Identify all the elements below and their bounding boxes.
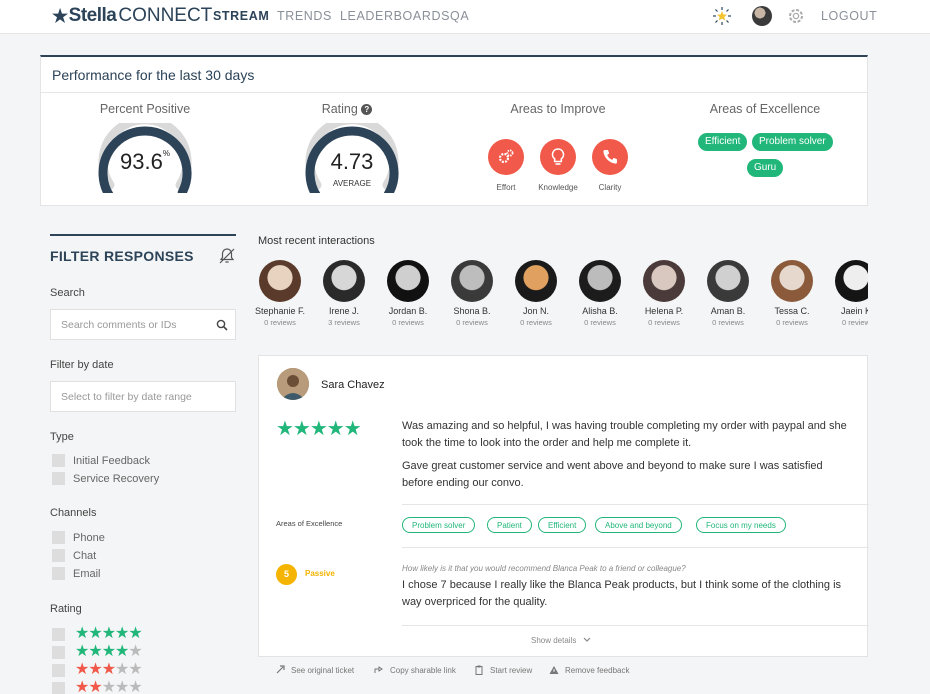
aoe-efficient[interactable]: Efficient (538, 517, 587, 533)
agent-avatar[interactable] (451, 260, 493, 302)
action-label: Remove feedback (565, 665, 630, 675)
agent-card[interactable]: Alisha B. 0 reviews (572, 260, 628, 327)
agent-name: Shona B. (453, 306, 491, 316)
action-label: Start review (490, 665, 533, 675)
divider (402, 504, 869, 505)
remove-feedback-action[interactable]: Remove feedback (549, 665, 629, 675)
agent-name: Tessa C. (774, 306, 810, 316)
agent-review-count: 0 reviews (712, 318, 744, 327)
aoe-above-beyond[interactable]: Above and beyond (595, 517, 682, 533)
agent-review-count: 0 reviews (520, 318, 552, 327)
agent-review-count: 0 reviews (392, 318, 424, 327)
agent-avatar[interactable] (387, 260, 429, 302)
nps-category: Passive (305, 569, 335, 578)
review-text-1: Was amazing and so helpful, I was having… (402, 420, 847, 449)
share-icon (374, 666, 383, 673)
agent-card[interactable]: Helena P. 0 reviews (636, 260, 692, 327)
agent-review-count: 0 reviews (648, 318, 680, 327)
agent-review-count: 3 reviews (328, 318, 360, 327)
show-details-label: Show details (531, 636, 577, 645)
agent-avatar[interactable] (643, 260, 685, 302)
agent-review-count: 0 reviews (456, 318, 488, 327)
agent-review-count: 0 reviews (584, 318, 616, 327)
agent-card[interactable]: Aman B. 0 reviews (700, 260, 756, 327)
warning-icon (549, 666, 559, 674)
agent-review-count: 0 review (842, 318, 868, 327)
agent-card[interactable]: Shona B. 0 reviews (444, 260, 500, 327)
review-text-2: Gave great customer service and went abo… (402, 460, 823, 489)
agent-card[interactable]: Jaein K 0 review (828, 260, 868, 327)
agent-avatar[interactable] (835, 260, 868, 302)
agent-avatar[interactable] (259, 260, 301, 302)
review-card: Sara Chavez ★★★★★ Was amazing and so hel… (258, 355, 869, 657)
aoe-problem-solver[interactable]: Problem solver (402, 517, 476, 533)
aoe-focus-needs[interactable]: Focus on my needs (696, 517, 786, 533)
agent-name: Jon N. (522, 306, 549, 316)
chevron-down-icon (583, 637, 591, 642)
agent-name: Helena P. (644, 306, 684, 316)
action-label: Copy sharable link (390, 665, 456, 675)
copy-link-action[interactable]: Copy sharable link (374, 665, 456, 675)
customer-name: Sara Chavez (321, 379, 385, 391)
see-ticket-action[interactable]: See original ticket (275, 665, 354, 675)
agent-card[interactable]: Jon N. 0 reviews (508, 260, 564, 327)
agent-card[interactable]: Irene J. 3 reviews (316, 260, 372, 327)
show-details-button[interactable]: Show details (531, 636, 591, 645)
agent-review-count: 0 reviews (264, 318, 296, 327)
ticket-icon (276, 665, 285, 674)
nps-question: How likely is it that you would recommen… (402, 564, 686, 573)
nps-answer: I chose 7 because I really like the Blan… (402, 579, 842, 608)
agent-name: Jaein K (840, 306, 868, 316)
clipboard-icon (475, 665, 483, 675)
agent-review-count: 0 reviews (776, 318, 808, 327)
agent-name: Aman B. (710, 306, 746, 316)
agent-avatar[interactable] (707, 260, 749, 302)
agent-avatar[interactable] (771, 260, 813, 302)
agent-avatar[interactable] (579, 260, 621, 302)
action-label: See original ticket (291, 665, 355, 675)
agent-name: Jordan B. (388, 306, 428, 316)
agent-card[interactable]: Tessa C. 0 reviews (764, 260, 820, 327)
review-stars: ★★★★★ (276, 418, 362, 440)
nps-score-badge: 5 (276, 564, 297, 585)
aoe-label: Areas of Excellence (276, 519, 343, 528)
customer-avatar (277, 368, 309, 400)
aoe-patient[interactable]: Patient (487, 517, 532, 533)
divider (402, 625, 869, 626)
agent-card[interactable]: Jordan B. 0 reviews (380, 260, 436, 327)
agent-avatar[interactable] (515, 260, 557, 302)
agent-card[interactable]: Stephanie F. 0 reviews (252, 260, 308, 327)
agent-name: Irene J. (328, 306, 359, 316)
agent-name: Alisha B. (582, 306, 618, 316)
divider (402, 547, 869, 548)
agent-avatar[interactable] (323, 260, 365, 302)
start-review-action[interactable]: Start review (474, 665, 532, 675)
agent-name: Stephanie F. (254, 306, 306, 316)
